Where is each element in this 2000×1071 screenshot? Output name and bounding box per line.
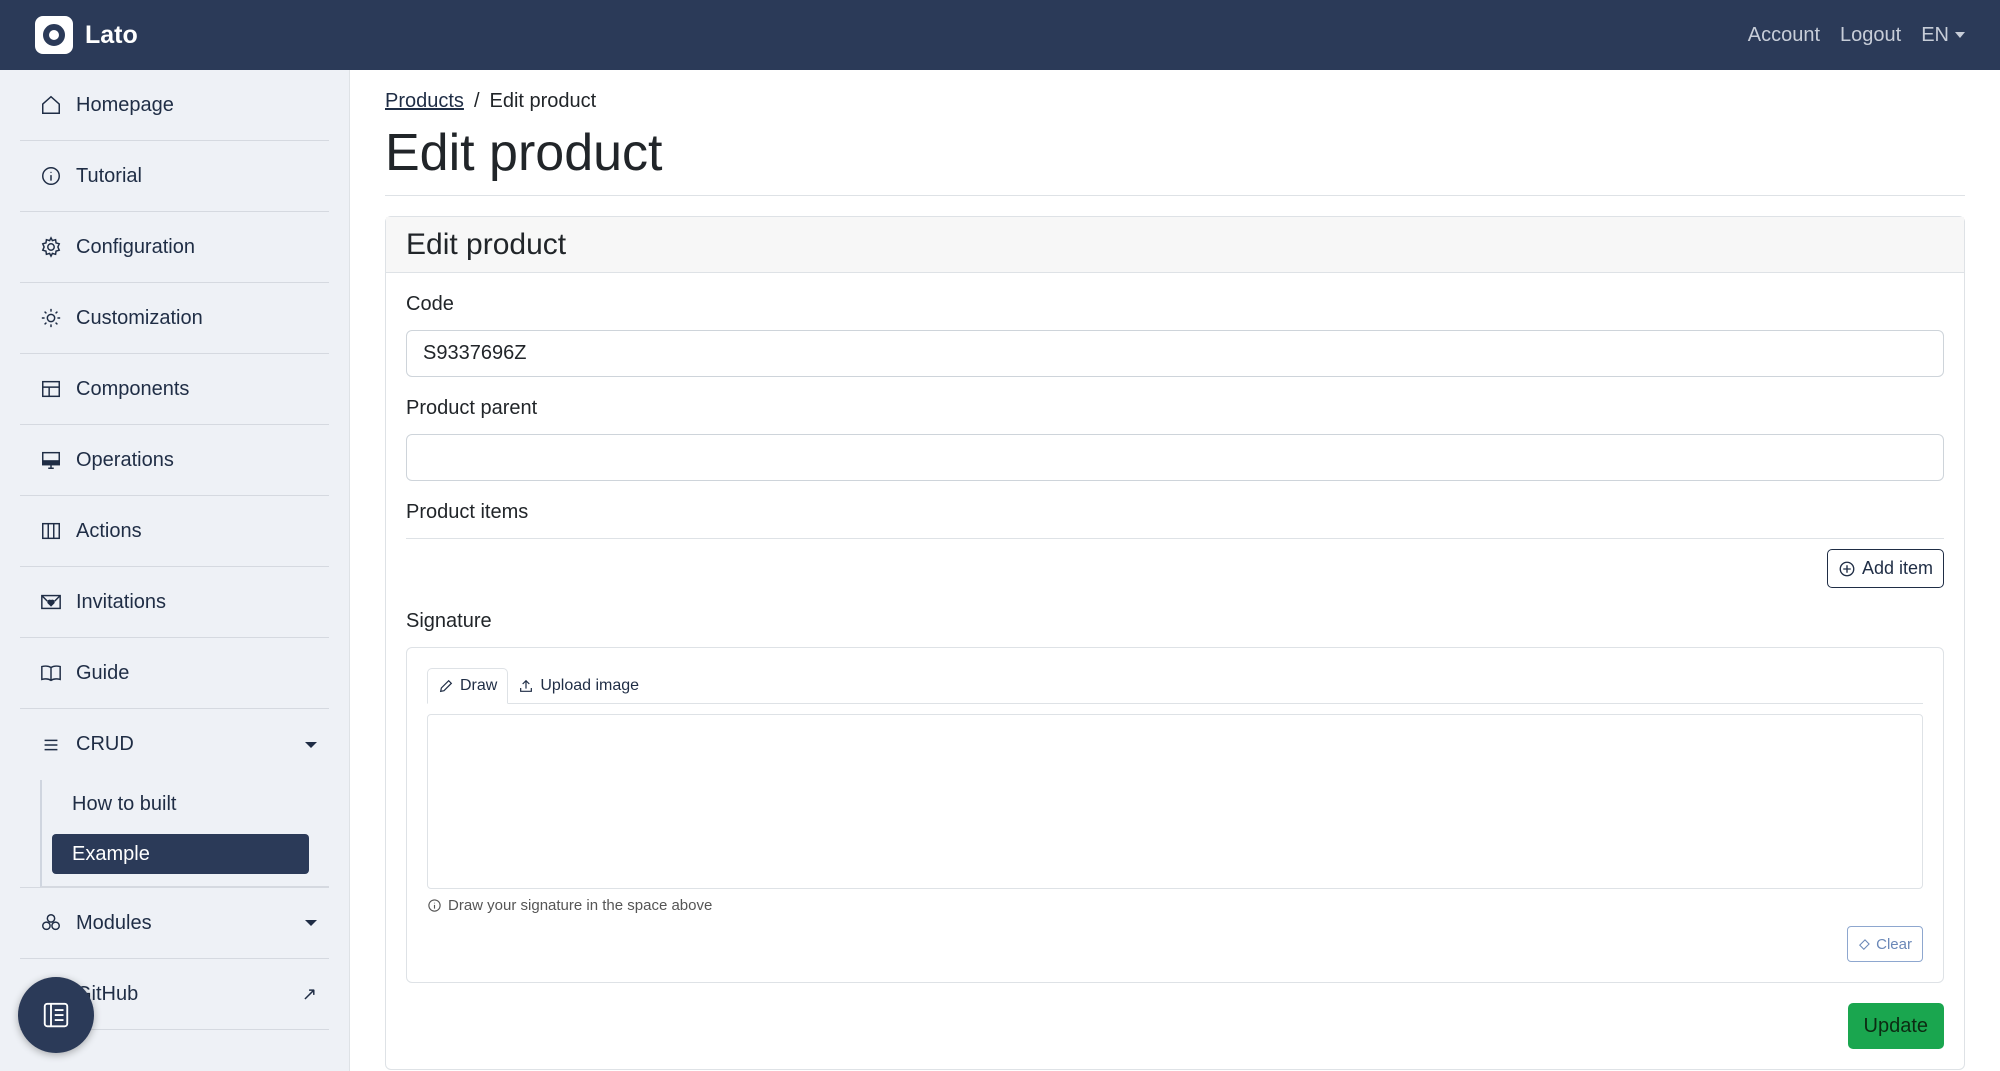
sidebar-toggle-button[interactable]: [18, 977, 94, 1053]
sidebar-item-label: Customization: [76, 306, 203, 329]
breadcrumb: Products / Edit product: [385, 90, 1965, 113]
list-icon: [44, 739, 58, 750]
logout-link[interactable]: Logout: [1840, 24, 1901, 47]
brand[interactable]: Lato: [35, 16, 138, 54]
brand-name: Lato: [85, 20, 138, 49]
signature-tabs: Draw Upload image: [427, 668, 1923, 704]
code-input[interactable]: [406, 330, 1944, 377]
sidebar-item-components[interactable]: Components: [20, 354, 329, 425]
sidebar-item-modules[interactable]: Modules: [20, 888, 329, 959]
sidebar-item-label: Guide: [76, 661, 130, 684]
info-icon: [428, 899, 441, 912]
sidebar-item-customization[interactable]: Customization: [20, 283, 329, 354]
logo-icon: [35, 16, 73, 54]
sidebar-item-homepage[interactable]: Homepage: [20, 70, 329, 141]
signature-box: Draw Upload image Draw your signature in…: [406, 647, 1944, 983]
tab-draw-label: Draw: [460, 677, 498, 694]
edit-product-card: Edit product Code Product parent Product…: [385, 216, 1965, 1070]
sidebar: Homepage Tutorial Configuration Customiz…: [0, 70, 350, 1071]
sidebar-item-label: Configuration: [76, 235, 195, 258]
pencil-icon: [439, 679, 453, 693]
add-item-label: Add item: [1861, 558, 1933, 578]
update-button[interactable]: Update: [1847, 1003, 1944, 1049]
sidebar-item-invitations[interactable]: Invitations: [20, 567, 329, 638]
sidebar-item-label: CRUD: [76, 733, 134, 755]
sidebar-item-label: Homepage: [76, 93, 174, 116]
sidebar-item-tutorial[interactable]: Tutorial: [20, 141, 329, 212]
clear-signature-button[interactable]: Clear: [1847, 926, 1923, 962]
sidebar-item-label: Actions: [76, 519, 142, 542]
breadcrumb-current: Edit product: [489, 90, 597, 112]
breadcrumb-products-link[interactable]: Products: [385, 90, 464, 113]
crud-submenu: How to built Example: [40, 780, 329, 887]
sidebar-item-operations[interactable]: Operations: [20, 425, 329, 496]
envelope-heart-icon: [41, 594, 61, 610]
tab-draw[interactable]: Draw: [427, 668, 509, 704]
plus-circle-icon: [1839, 561, 1855, 576]
eraser-icon: [1859, 939, 1870, 950]
home-icon: [42, 95, 60, 114]
language-dropdown[interactable]: EN: [1921, 24, 1965, 47]
sidebar-panel-icon: [43, 1002, 69, 1028]
breadcrumb-separator: /: [473, 90, 480, 112]
sidebar-item-configuration[interactable]: Configuration: [20, 212, 329, 283]
product-parent-input[interactable]: [406, 434, 1944, 481]
caret-down-icon: [305, 920, 317, 926]
product-parent-label: Product parent: [406, 397, 538, 419]
product-items-label: Product items: [406, 501, 529, 523]
sun-icon: [41, 308, 61, 328]
tab-upload-label: Upload image: [540, 676, 640, 694]
modules-icon: [42, 914, 60, 931]
sidebar-item-guide[interactable]: Guide: [20, 638, 329, 709]
language-label: EN: [1921, 23, 1949, 46]
external-link-icon: ↗: [301, 983, 317, 1004]
code-label: Code: [406, 293, 454, 315]
sidebar-item-label: Components: [76, 377, 190, 400]
signature-label: Signature: [406, 610, 492, 632]
add-item-button[interactable]: Add item: [1826, 549, 1944, 588]
sidebar-subitem-how-to-built[interactable]: How to built: [52, 784, 309, 824]
signature-help: Draw your signature in the space above: [427, 897, 1923, 914]
sidebar-item-actions[interactable]: Actions: [20, 496, 329, 567]
caret-down-icon: [1955, 32, 1965, 38]
top-navbar: Lato Account Logout EN: [0, 0, 2000, 70]
clear-label: Clear: [1876, 935, 1912, 953]
sidebar-item-crud[interactable]: CRUD: [20, 709, 329, 780]
page-title: Edit product: [385, 123, 1965, 196]
sidebar-item-label: Invitations: [76, 590, 167, 613]
monitor-icon: [42, 451, 60, 469]
columns-icon: [42, 522, 60, 540]
layout-icon: [42, 380, 60, 398]
card-title: Edit product: [386, 217, 1964, 273]
divider: [406, 538, 1944, 539]
info-icon: [42, 167, 60, 185]
book-icon: [41, 665, 61, 682]
account-link[interactable]: Account: [1748, 24, 1820, 47]
main-content: Products / Edit product Edit product Edi…: [385, 70, 1965, 1070]
sidebar-subitem-example[interactable]: Example: [52, 834, 309, 874]
tab-upload-image[interactable]: Upload image: [508, 668, 649, 703]
sidebar-item-label: GitHub: [76, 982, 139, 1005]
sidebar-item-label: Operations: [76, 448, 174, 471]
sidebar-group-crud: CRUD How to built Example: [20, 709, 329, 888]
sidebar-item-label: Tutorial: [76, 164, 142, 187]
signature-canvas[interactable]: [427, 714, 1923, 889]
signature-help-text: Draw your signature in the space above: [448, 897, 713, 914]
caret-down-icon: [305, 741, 317, 748]
sidebar-item-label: Modules: [76, 911, 152, 934]
upload-icon: [520, 679, 533, 692]
gear-icon: [41, 236, 61, 258]
